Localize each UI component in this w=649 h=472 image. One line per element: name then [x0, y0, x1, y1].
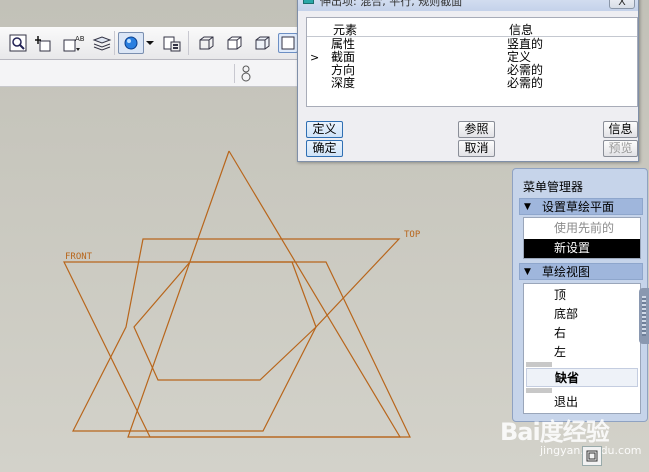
row-info: 必需的 [507, 76, 544, 90]
hidden-line-icon[interactable] [224, 33, 244, 53]
info-button[interactable]: 信息 [603, 121, 638, 138]
menu-item-bottom[interactable]: 底部 [524, 305, 640, 324]
triangle-outline [127, 150, 402, 438]
menu-section-sketch-view[interactable]: ▼ 草绘视图 [519, 263, 643, 280]
zoom-window-icon[interactable] [8, 33, 28, 53]
menu-item-right[interactable]: 右 [524, 324, 640, 343]
layers-icon[interactable] [92, 33, 112, 53]
model-tree-icon[interactable] [162, 33, 182, 53]
annotation-icon[interactable]: AB [62, 33, 86, 53]
ok-button[interactable]: 确定 [306, 140, 343, 157]
collapse-triangle-icon: ▼ [524, 202, 531, 212]
main-toolbar: AB [0, 27, 300, 60]
cancel-button[interactable]: 取消 [458, 140, 495, 157]
menu-list-sketch-view: 顶 底部 右 左 缺省 退出 [523, 283, 641, 414]
menu-item-left[interactable]: 左 [524, 343, 640, 362]
status-bar [0, 60, 300, 87]
menu-section-sketch-plane[interactable]: ▼ 设置草绘平面 [519, 198, 643, 215]
close-icon: X [618, 0, 626, 8]
restore-icon[interactable] [582, 446, 602, 466]
menu-item-new-setup[interactable]: 新设置 [524, 239, 640, 258]
element-table: 元素 信息 属性 竖直的 > 截面 定义 方向 必需的 深度 必需的 [306, 17, 638, 107]
close-button[interactable]: X [609, 0, 635, 9]
table-row[interactable]: > 截面 定义 [307, 51, 637, 65]
table-row[interactable]: 属性 竖直的 [307, 38, 637, 51]
datum-label-top: TOP [404, 230, 421, 240]
datum-point-icon[interactable] [34, 33, 54, 53]
dialog-title: 伸出项: 混合, 平行, 规则截面 [320, 0, 463, 8]
menu-item-default[interactable]: 缺省 [526, 368, 638, 387]
menu-manager-title: 菜单管理器 [523, 180, 584, 194]
wireframe-icon[interactable] [196, 33, 216, 53]
preview-button[interactable]: 预览 [603, 140, 638, 157]
watermark-brand: Bai度经验 [500, 418, 610, 446]
top-plane-outline [72, 238, 401, 432]
menu-item-exit[interactable]: 退出 [524, 393, 640, 412]
side-panel-handle[interactable] [639, 288, 649, 344]
menu-section-label: 草绘视图 [542, 265, 591, 279]
references-button[interactable]: 参照 [458, 121, 495, 138]
collapse-triangle-icon: ▼ [524, 267, 531, 277]
menu-item-use-previous: 使用先前的 [554, 221, 615, 235]
svg-text:AB: AB [75, 35, 85, 43]
feature-dialog: 伸出项: 混合, 平行, 规则截面 X 元素 信息 属性 竖直的 > 截面 定义… [297, 0, 639, 162]
front-plane-outline [63, 261, 411, 438]
menu-manager: 菜单管理器 ▼ 设置草绘平面 使用先前的 新设置 ▼ 草绘视图 顶 底部 右 左… [512, 168, 648, 422]
hexagon-outline [133, 261, 317, 381]
dropdown-arrow-icon[interactable] [146, 33, 154, 53]
shading-icon[interactable] [278, 33, 298, 53]
menu-section-label: 设置草绘平面 [542, 200, 615, 214]
table-row[interactable]: 方向 必需的 [307, 64, 637, 77]
watermark: Bai度经验 jingyan.baidu.com [500, 412, 649, 472]
appearance-icon[interactable] [118, 32, 144, 54]
table-row[interactable]: 深度 必需的 [307, 77, 637, 90]
define-button[interactable]: 定义 [306, 121, 343, 138]
menu-list-sketch-plane: 使用先前的 新设置 [523, 217, 641, 259]
datum-label-front: FRONT [65, 252, 93, 262]
dialog-titlebar[interactable]: 伸出项: 混合, 平行, 规则截面 X [298, 0, 638, 11]
dialog-app-icon [303, 0, 314, 4]
no-hidden-icon[interactable] [252, 33, 272, 53]
current-row-marker: > [310, 51, 320, 64]
row-element: 深度 [331, 76, 356, 90]
menu-item-top[interactable]: 顶 [524, 286, 640, 305]
trail-icon[interactable] [240, 64, 252, 85]
